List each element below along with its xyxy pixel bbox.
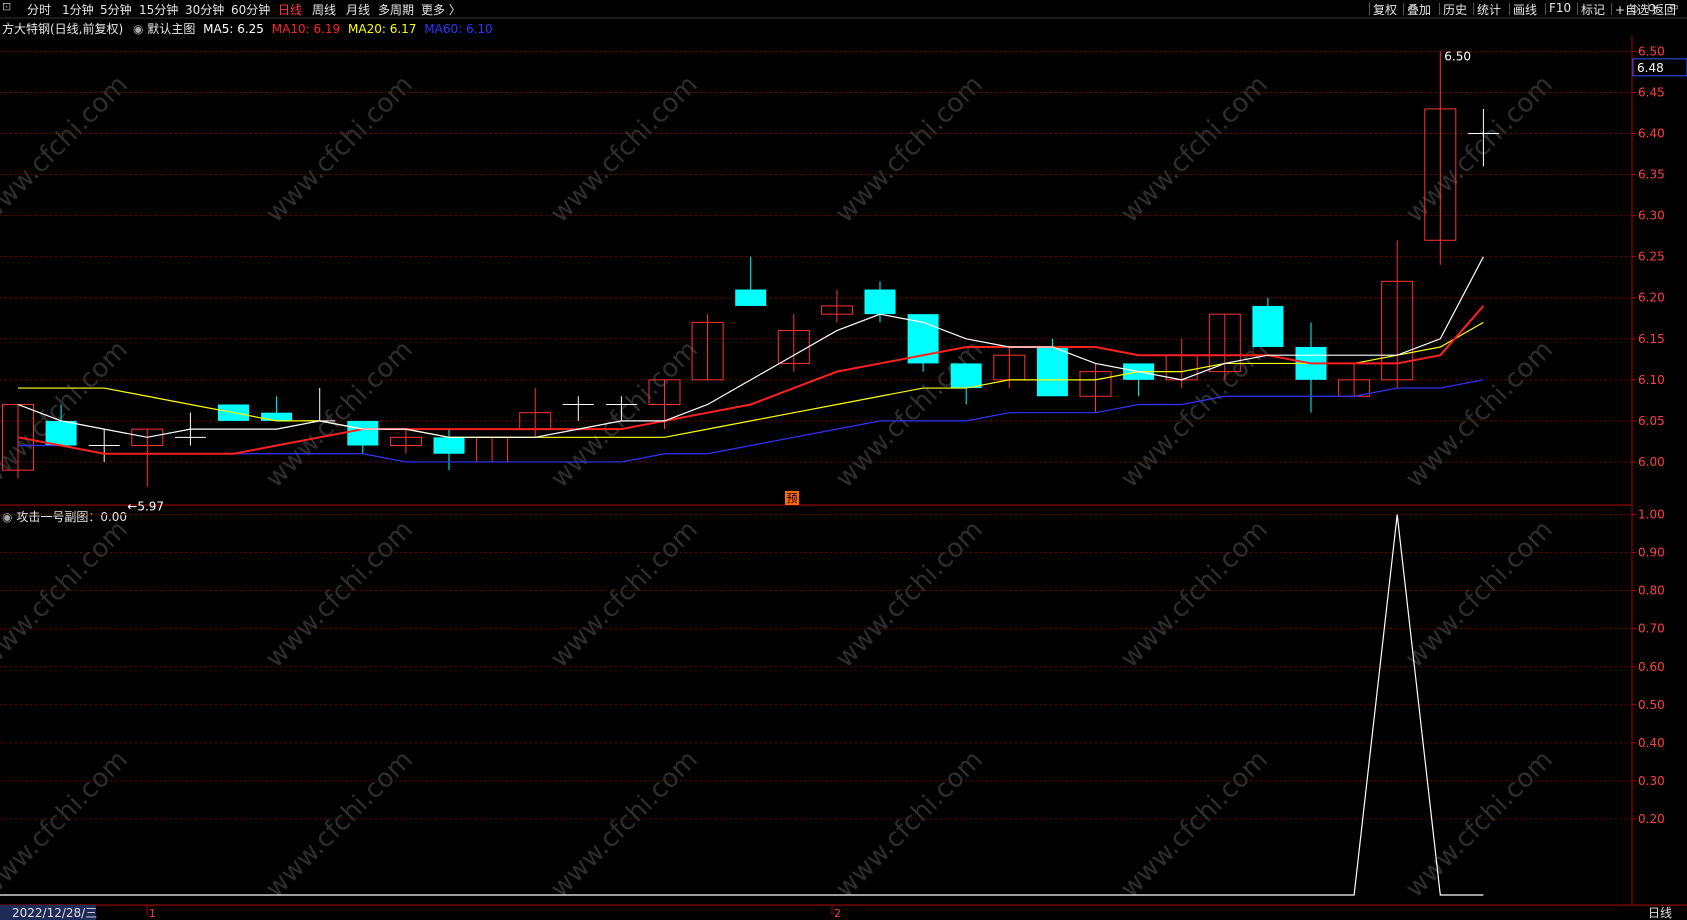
watermark-text: www.cfchi.com [1400,515,1559,674]
indicator-tick-label: 0.30 [1638,774,1665,788]
watermark-text: www.cfchi.com [545,70,704,229]
price-tick-label: 6.45 [1638,85,1665,99]
candle-body [261,412,293,421]
chart-canvas: 6.00 6.05 6.10 6.15 6.20 6.25 6.30 6.35 6.40 6.45… [0,17,1687,920]
indicator-tick-label: 0.40 [1638,736,1665,750]
price-tick-label: 6.30 [1638,209,1665,223]
current-date: 2022/12/28/三 [12,906,97,920]
last-price-label: 6.48 [1637,61,1664,75]
price-tick-label: 6.05 [1638,414,1665,428]
watermark-text: www.cfchi.com [830,70,989,229]
watermark-text: www.cfchi.com [1400,70,1559,229]
high-price-marker: 6.50 [1444,49,1471,63]
period-marker-2: 2 [834,907,841,920]
indicator-tick-label: 0.70 [1638,622,1665,636]
watermark-text: www.cfchi.com [260,515,419,674]
price-tick-label: 6.35 [1638,168,1665,182]
watermark-text: www.cfchi.com [0,70,134,229]
price-tick-label: 6.15 [1638,332,1665,346]
price-tick-label: 6.00 [1638,455,1665,469]
low-price-marker: ←5.97 [127,500,164,514]
candle-body [347,420,379,446]
candle-body [433,437,465,454]
indicator-tick-label: 1.00 [1638,508,1665,522]
price-tick-label: 6.50 [1638,44,1665,58]
price-tick-label: 6.10 [1638,373,1665,387]
indicator-tick-label: 0.80 [1638,584,1665,598]
watermark-text: www.cfchi.com [830,515,989,674]
candle-body [950,363,982,389]
candle-body [864,289,896,315]
indicator-tick-label: 0.50 [1638,698,1665,712]
price-tick-label: 6.40 [1638,127,1665,141]
watermark-text: www.cfchi.com [0,745,134,904]
candle-body [1036,347,1068,397]
candle-body [45,420,77,446]
watermark-text: www.cfchi.com [545,335,704,494]
indicator-tick-label: 0.90 [1638,546,1665,560]
candle-body [1252,305,1284,347]
period-marker-1: 1 [149,907,156,920]
price-tick-label: 6.25 [1638,250,1665,264]
watermark-text: www.cfchi.com [260,745,419,904]
watermark-text: www.cfchi.com [545,515,704,674]
watermark-text: www.cfchi.com [545,745,704,904]
indicator-tick-label: 0.20 [1638,812,1665,826]
watermark-text: www.cfchi.com [1115,515,1274,674]
forecast-tag-label: 预 [787,492,798,505]
watermark-text: www.cfchi.com [0,515,134,674]
watermark-text: www.cfchi.com [830,745,989,904]
price-tick-label: 6.20 [1638,291,1665,305]
watermark-text: www.cfchi.com [1400,745,1559,904]
candle-body [735,289,767,306]
watermark-text: www.cfchi.com [1115,745,1274,904]
watermark-text: www.cfchi.com [260,70,419,229]
watermark-text: www.cfchi.com [1115,70,1274,229]
period-label: 日线 [1648,906,1672,920]
indicator-tick-label: 0.60 [1638,660,1665,674]
